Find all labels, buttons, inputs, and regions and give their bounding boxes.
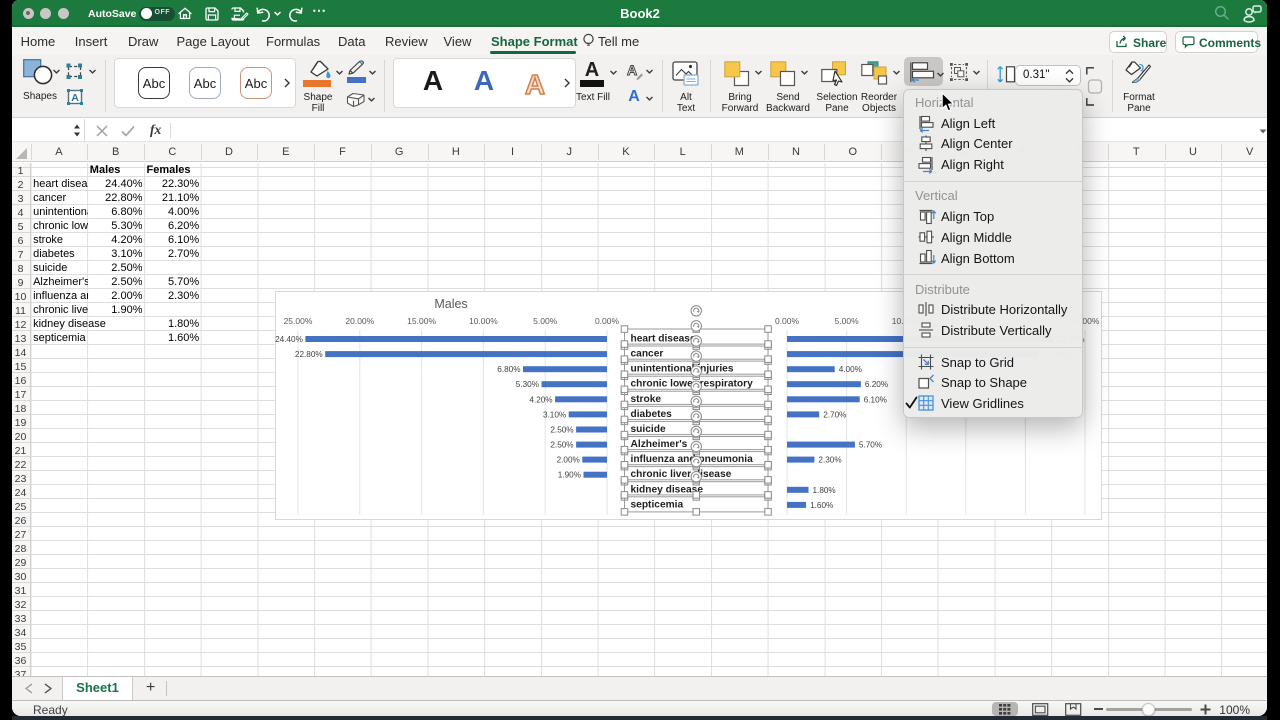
- svg-text:2.00%: 2.00%: [557, 456, 580, 465]
- svg-text:6.80%: 6.80%: [497, 365, 520, 374]
- svg-text:0.00%: 0.00%: [775, 316, 800, 326]
- svg-text:5.00%: 5.00%: [533, 316, 558, 326]
- svg-text:A: A: [71, 92, 79, 104]
- svg-text:5.30%: 5.30%: [516, 380, 539, 389]
- svg-text:stroke: stroke: [631, 394, 662, 405]
- svg-text:22.80%: 22.80%: [295, 350, 323, 359]
- svg-text:septicemia: septicemia: [631, 499, 684, 510]
- svg-text:Males: Males: [434, 297, 467, 311]
- svg-text:1.90%: 1.90%: [558, 471, 581, 480]
- svg-text:chronic liver disease: chronic liver disease: [631, 469, 732, 480]
- svg-text:24.40%: 24.40%: [275, 335, 303, 344]
- svg-text:diabetes: diabetes: [631, 409, 673, 420]
- svg-text:4.20%: 4.20%: [529, 395, 552, 404]
- svg-text:Alzheimer's: Alzheimer's: [631, 439, 688, 450]
- svg-text:5.00%: 5.00%: [835, 316, 860, 326]
- svg-text:5.70%: 5.70%: [859, 441, 882, 450]
- svg-text:6.20%: 6.20%: [865, 380, 888, 389]
- svg-text:2.30%: 2.30%: [818, 456, 841, 465]
- svg-text:2.50%: 2.50%: [550, 441, 573, 450]
- svg-text:25.00%: 25.00%: [284, 316, 313, 326]
- svg-text:2.50%: 2.50%: [550, 426, 573, 435]
- svg-text:2.70%: 2.70%: [823, 410, 846, 419]
- svg-text:1.80%: 1.80%: [813, 486, 836, 495]
- svg-text:heart disease: heart disease: [631, 334, 696, 345]
- svg-text:6.10%: 6.10%: [864, 395, 887, 404]
- svg-text:unintentional injuries: unintentional injuries: [631, 364, 734, 375]
- svg-text:10.00%: 10.00%: [469, 316, 498, 326]
- svg-text:0.00%: 0.00%: [595, 316, 620, 326]
- svg-text:A: A: [525, 69, 545, 100]
- svg-text:15.00%: 15.00%: [407, 316, 436, 326]
- svg-text:suicide: suicide: [631, 424, 666, 435]
- svg-text:cancer: cancer: [631, 349, 664, 360]
- svg-text:20.00%: 20.00%: [345, 316, 374, 326]
- svg-text:3.10%: 3.10%: [543, 410, 566, 419]
- svg-text:1.60%: 1.60%: [810, 501, 833, 510]
- svg-text:4.00%: 4.00%: [839, 365, 862, 374]
- svg-text:A: A: [627, 62, 637, 78]
- svg-text:kidney disease: kidney disease: [631, 484, 704, 495]
